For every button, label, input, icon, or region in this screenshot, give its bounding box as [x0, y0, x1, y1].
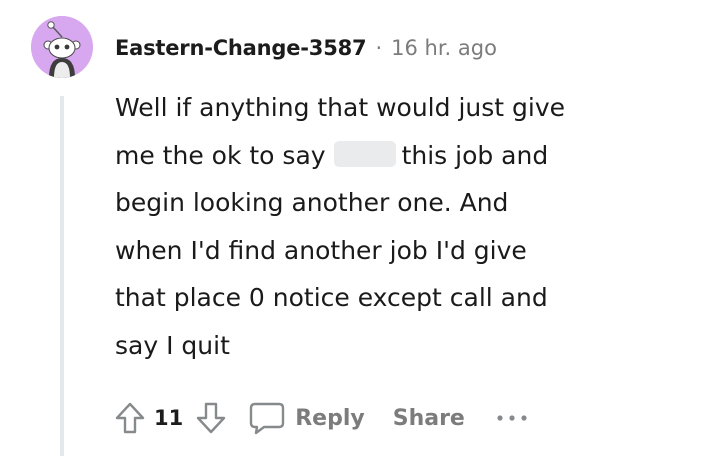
- meta-separator: ·: [375, 36, 383, 60]
- comment-line: say I quit: [115, 330, 230, 360]
- comment-line-part: this job and: [401, 140, 549, 170]
- more-options-button[interactable]: [495, 398, 529, 438]
- comment-body: Well if anything that would just give me…: [115, 84, 675, 369]
- comment-line: Well if anything that would just give: [115, 93, 565, 122]
- comment-line: when I'd find another job I'd give: [115, 235, 527, 265]
- comment-line: me the ok to say this job and: [115, 132, 675, 180]
- thread-line[interactable]: [60, 96, 64, 456]
- upvote-button[interactable]: [110, 398, 150, 438]
- avatar[interactable]: [31, 16, 93, 78]
- downvote-button[interactable]: [191, 398, 231, 438]
- comment-line: begin looking another one. And: [115, 188, 509, 217]
- ellipsis-icon: [497, 415, 527, 421]
- comment-header: Eastern-Change-3587 · 16 hr. ago: [115, 30, 497, 66]
- comment-line: that place 0 notice except call and: [115, 283, 548, 312]
- vote-count: 11: [154, 406, 184, 430]
- comment-line-part: me the ok to say: [115, 140, 326, 170]
- reply-button[interactable]: Reply: [249, 401, 365, 435]
- share-button[interactable]: Share: [393, 406, 465, 431]
- upvote-arrow-icon: [115, 402, 145, 434]
- comment: Eastern-Change-3587 · 16 hr. ago Well if…: [0, 0, 708, 456]
- speech-bubble-icon: [250, 402, 285, 435]
- redacted-word: [333, 140, 396, 167]
- timestamp[interactable]: 16 hr. ago: [391, 36, 497, 60]
- reply-label: Reply: [295, 405, 365, 431]
- snoo-avatar-icon: [31, 16, 93, 78]
- username-link[interactable]: Eastern-Change-3587: [115, 36, 367, 60]
- downvote-arrow-icon: [197, 402, 226, 434]
- comment-actions: 11 Reply Share: [110, 395, 529, 441]
